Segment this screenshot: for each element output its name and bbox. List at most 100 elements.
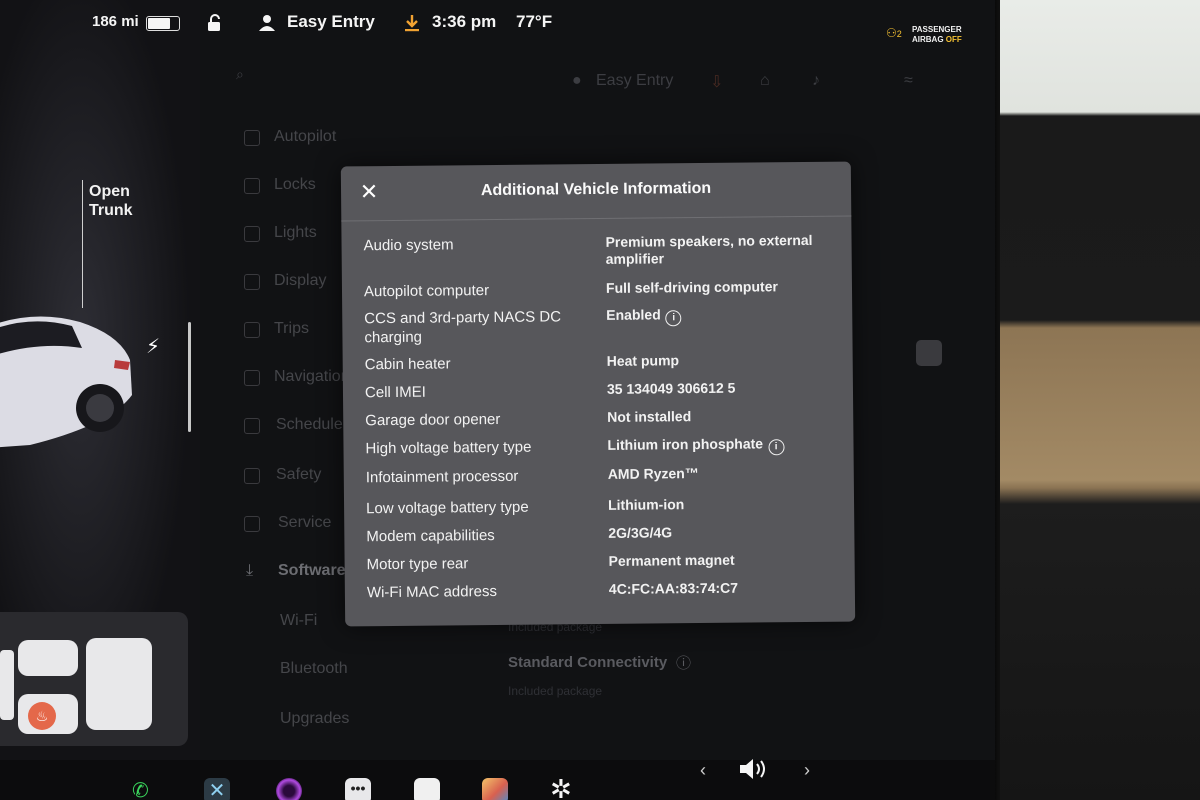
info-value: Premium speakers, no external amplifier xyxy=(605,231,813,267)
info-key: High voltage battery type xyxy=(365,438,532,458)
menu-trips[interactable]: Trips xyxy=(274,320,309,338)
seat-console xyxy=(0,650,14,720)
info-row-garage: Garage door opener Not installed xyxy=(365,407,835,440)
trunk-pointer-line xyxy=(82,180,83,308)
menu-safety[interactable]: Safety xyxy=(276,466,321,484)
info-row-motor: Motor type rear Permanent magnet xyxy=(367,551,837,584)
chevron-right-icon[interactable]: › xyxy=(804,760,810,781)
more-apps-icon[interactable]: ••• xyxy=(345,778,371,800)
airbag-state: OFF xyxy=(945,35,962,44)
seat-heat-icon[interactable]: ♨ xyxy=(28,702,56,730)
toybox-icon[interactable]: ✕ xyxy=(204,778,230,800)
media-icon[interactable] xyxy=(482,778,508,800)
outside-temperature: 77°F xyxy=(516,12,553,31)
background-bell-icon: ♪ xyxy=(812,72,820,89)
open-trunk-button[interactable]: Open Trunk xyxy=(89,182,149,220)
info-row-hv-battery: High voltage battery type Lithium iron p… xyxy=(365,435,835,469)
phone-icon[interactable]: ✆ xyxy=(132,778,158,800)
info-icon[interactable]: i xyxy=(665,310,682,327)
connectivity-info-icon[interactable]: ⓘ xyxy=(676,652,691,673)
info-key: Cell IMEI xyxy=(364,383,426,402)
settings-search-icon[interactable]: ⌕ xyxy=(236,66,244,83)
menu-lights[interactable]: Lights xyxy=(274,224,317,242)
passenger-airbag-status: PASSENGER AIRBAG OFF xyxy=(912,25,962,45)
additional-vehicle-info-modal: ✕ Additional Vehicle Information Audio s… xyxy=(340,161,856,627)
safety-icon xyxy=(244,468,260,484)
info-row-wifi-mac: Wi-Fi MAC address 4C:FC:AA:83:74:C7 xyxy=(367,579,837,612)
autopilot-icon xyxy=(244,130,260,146)
info-row-modem: Modem capabilities 2G/3G/4G xyxy=(366,523,836,556)
background-toggle[interactable] xyxy=(916,340,942,366)
trips-icon xyxy=(244,322,260,338)
unlock-icon[interactable] xyxy=(206,14,224,37)
info-row-audio: Audio system Premium speakers, no extern… xyxy=(363,232,833,283)
background-profile-name: Easy Entry xyxy=(596,72,674,89)
battery-icon xyxy=(146,16,180,31)
info-value-wrap: Lithium iron phosphate i xyxy=(607,435,835,466)
menu-schedule[interactable]: Schedule xyxy=(276,416,343,434)
info-key: Audio system xyxy=(363,236,454,255)
airbag-line1: PASSENGER xyxy=(912,25,962,34)
driver-profile-button[interactable]: Easy Entry xyxy=(287,12,375,32)
info-value: Lithium-ion xyxy=(607,496,685,513)
range-readout: 186 mi xyxy=(92,13,139,30)
modal-header: ✕ Additional Vehicle Information xyxy=(340,161,852,222)
info-value: 2G/3G/4G xyxy=(608,524,673,541)
info-key: Modem capabilities xyxy=(366,526,495,546)
vehicle-info-list: Audio system Premium speakers, no extern… xyxy=(363,232,837,611)
trunk-label-line2: Trunk xyxy=(89,202,133,219)
info-icon[interactable]: i xyxy=(767,439,785,456)
info-value: Enabled xyxy=(606,306,661,323)
background-download-icon: ⇩ xyxy=(710,74,724,91)
menu-software[interactable]: Software xyxy=(278,562,346,580)
menu-service[interactable]: Service xyxy=(278,514,331,532)
airbag-line2: AIRBAG xyxy=(912,35,944,44)
seat-heater-panel xyxy=(0,612,188,746)
info-row-imei: Cell IMEI 35 134049 306612 5 xyxy=(365,379,835,412)
background-home-icon: ⌂ xyxy=(760,72,770,89)
airbag-seat-number: 2 xyxy=(896,29,902,39)
info-value: AMD Ryzen™ xyxy=(607,465,699,482)
car-visualization-panel: Open Trunk ⚡ ♨ xyxy=(0,0,200,760)
modal-title: Additional Vehicle Information xyxy=(480,179,712,200)
info-row-lv-battery: Low voltage battery type Lithium-ion xyxy=(366,495,836,528)
info-value: 35 134049 306612 5 xyxy=(606,379,736,397)
chevron-left-icon[interactable]: ‹ xyxy=(700,760,706,781)
volume-icon[interactable] xyxy=(738,756,772,787)
clock: 3:36 pm xyxy=(432,12,497,31)
camera-icon[interactable] xyxy=(276,778,302,800)
info-value: 4C:FC:AA:83:74:C7 xyxy=(608,579,739,597)
menu-display[interactable]: Display xyxy=(274,272,326,290)
lightbulb-icon xyxy=(244,226,260,242)
car-model-image xyxy=(0,316,132,448)
download-icon[interactable] xyxy=(403,14,421,37)
seat-front-left[interactable] xyxy=(18,640,78,676)
info-key: Autopilot computer xyxy=(363,282,490,301)
menu-wifi[interactable]: Wi-Fi xyxy=(280,612,317,630)
airbag-seat-icon: ⚇2 xyxy=(886,26,902,40)
info-value: Lithium iron phosphate xyxy=(607,435,764,453)
info-row-charging: CCS and 3rd-party NACS DC charging Enabl… xyxy=(364,305,834,356)
standard-connectivity-label: Standard Connectivity xyxy=(508,654,668,671)
panel-scroll-indicator xyxy=(188,322,191,432)
info-key: Motor type rear xyxy=(366,555,469,574)
menu-upgrades[interactable]: Upgrades xyxy=(280,710,349,728)
menu-autopilot[interactable]: Autopilot xyxy=(274,128,336,146)
info-key: Infotainment processor xyxy=(365,467,519,487)
menu-locks[interactable]: Locks xyxy=(274,176,316,194)
info-key: CCS and 3rd-party NACS DC charging xyxy=(364,308,562,347)
manual-icon[interactable] xyxy=(414,778,440,800)
software-download-icon: ⤓ xyxy=(246,562,254,579)
included-package-text-2: Included package xyxy=(508,684,603,698)
menu-bluetooth[interactable]: Bluetooth xyxy=(280,660,348,678)
info-value: Permanent magnet xyxy=(608,551,735,569)
info-row-cabin-heater: Cabin heater Heat pump xyxy=(365,351,835,384)
background-wifi-icon: ≈ xyxy=(904,72,913,89)
menu-navigation[interactable]: Navigation xyxy=(274,368,350,386)
navigation-icon xyxy=(244,370,260,386)
info-value-wrap: Enabled i xyxy=(606,305,834,353)
fan-icon[interactable]: ✲ xyxy=(550,776,576,800)
info-value: Full self-driving computer xyxy=(605,278,778,296)
charge-port-icon[interactable]: ⚡ xyxy=(146,334,160,359)
seat-rear-bench[interactable] xyxy=(86,638,152,730)
